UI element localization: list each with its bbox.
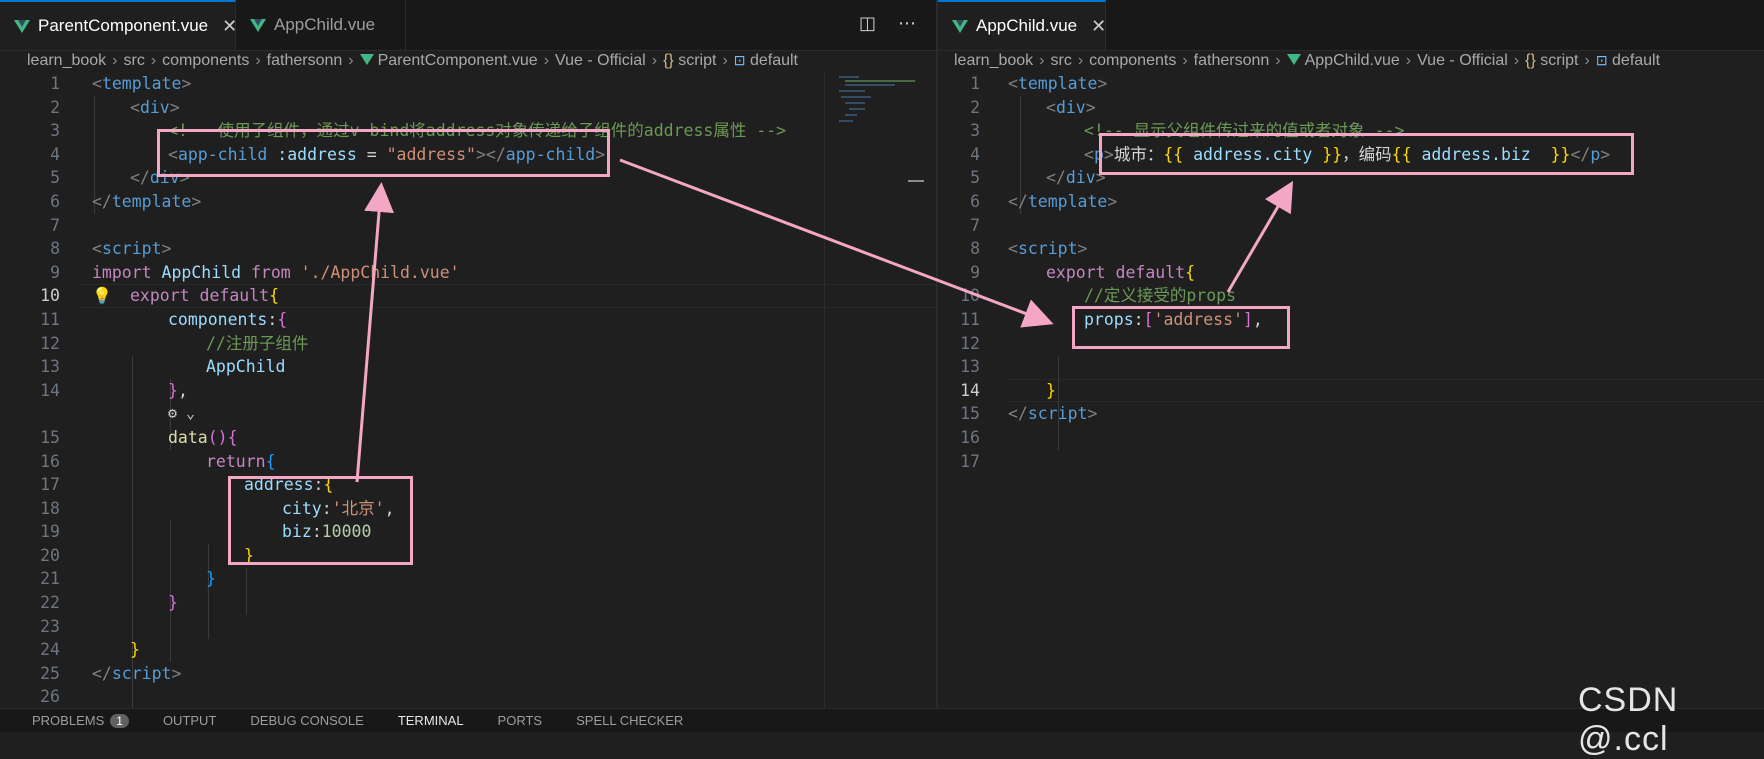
code-line: 1 <template> (50, 74, 192, 93)
codelens-line: ⚙ ⌄ (0, 402, 936, 426)
code-line: 7 (50, 215, 60, 235)
vue-file-icon (14, 19, 30, 33)
code-line: 14}, (40, 380, 188, 400)
tab-label: AppChild.vue (274, 15, 376, 34)
tab-appchild[interactable]: AppChild.vue (236, 0, 406, 50)
annotation-box-app-child (157, 129, 610, 177)
code-line: 16 (960, 427, 980, 447)
code-line: 24} (40, 640, 140, 660)
code-line: 20} (40, 545, 254, 565)
code-line: 1 <template> (970, 74, 1108, 93)
code-line: 21} (40, 569, 216, 589)
vue-file-icon (952, 19, 968, 33)
code-line: 11 components:{ (40, 309, 288, 329)
breadcrumb-item[interactable]: src (124, 52, 145, 70)
editor-pane-left: ParentComponent.vue ✕ AppChild.vue ◫ ⋯ l… (0, 0, 936, 732)
code-line: 2 <div> (970, 97, 1096, 117)
gear-icon[interactable]: ⚙ ⌄ (168, 402, 195, 426)
breadcrumb-item[interactable]: ⊡ default (734, 52, 798, 70)
tab-bar-right: AppChild.vue ✕ (938, 0, 1764, 51)
code-line: 13 AppChild (40, 357, 286, 377)
panel-tab-bar: PROBLEMS 1 OUTPUT DEBUG CONSOLE TERMINAL … (0, 708, 1764, 732)
annotation-box-props (1072, 306, 1290, 349)
module-icon: ⊡ (1595, 52, 1608, 68)
tab-bar-left: ParentComponent.vue ✕ AppChild.vue ◫ ⋯ (0, 0, 936, 51)
breadcrumb: learn_book › src › components › fathersonn ›… (27, 52, 798, 70)
breadcrumb-item[interactable]: Vue - Official (1417, 52, 1508, 70)
panel-tab-spell-checker[interactable]: SPELL CHECKER (576, 713, 683, 728)
breadcrumb-item[interactable]: learn_book (27, 52, 106, 70)
code-line: 7 (970, 215, 980, 235)
code-line: 6 </template> (50, 191, 202, 211)
code-line: 9 import AppChild from './AppChild.vue' (50, 262, 460, 282)
split-editor-icon[interactable]: ◫ (859, 13, 876, 34)
code-line: 8 <script> (50, 239, 172, 259)
code-line-current: 10 💡 export default{ (0, 284, 936, 308)
annotation-box-template-p (1099, 133, 1634, 175)
code-line: 26 (40, 687, 60, 707)
breadcrumb-item[interactable]: {} script (663, 52, 716, 70)
code-line: 15 </script> (960, 404, 1098, 424)
code-line: 19 biz:10000 (40, 522, 372, 542)
code-line-current: 14} (938, 378, 1764, 403)
vue-file-icon (250, 18, 266, 32)
code-line: 8 <script> (970, 239, 1088, 259)
editor-pane-right: AppChild.vue ✕ learn_book › src › componen… (938, 0, 1764, 708)
scrollbar-marker[interactable] (908, 180, 924, 182)
panel-tab-output[interactable]: OUTPUT (163, 713, 216, 728)
breadcrumb-item[interactable]: AppChild.vue (1286, 52, 1400, 70)
code-line: 22} (40, 593, 178, 613)
module-icon: ⊡ (733, 52, 746, 68)
watermark: CSDN @.ccl (1578, 681, 1679, 758)
code-line: 23 (40, 616, 60, 636)
panel-tab-ports[interactable]: PORTS (498, 713, 543, 728)
code-line: 2 <div> (50, 97, 180, 117)
breadcrumb-item[interactable]: components (1089, 52, 1176, 70)
code-line: 25 </script> (40, 663, 182, 683)
problems-count-badge: 1 (110, 714, 129, 728)
code-line: 13 (960, 357, 980, 377)
panel-tab-terminal[interactable]: TERMINAL (398, 713, 464, 728)
breadcrumb-item[interactable]: fathersonn (267, 52, 343, 70)
more-actions-icon[interactable]: ⋯ (898, 13, 916, 34)
editor-actions: ◫ ⋯ (859, 13, 916, 34)
breadcrumb-item[interactable]: ParentComponent.vue (359, 52, 538, 70)
code-line: 11 props:['address'], (960, 309, 1263, 329)
code-line: 15 data(){ (40, 427, 238, 447)
close-icon[interactable]: ✕ (1091, 16, 1106, 37)
code-line: 18 city:'北京', (40, 498, 395, 518)
code-line: 9 export default{ (970, 262, 1196, 282)
tab-label: AppChild.vue (976, 16, 1078, 35)
breadcrumb-item[interactable]: Vue - Official (555, 52, 646, 70)
code-line: 12//注册子组件 (40, 333, 309, 353)
tab-parentcomponent[interactable]: ParentComponent.vue ✕ (0, 0, 237, 50)
vue-file-icon (359, 54, 374, 65)
breadcrumb-item[interactable]: learn_book (954, 52, 1033, 70)
braces-icon: {} (663, 52, 674, 69)
breadcrumb-item[interactable]: ⊡ default (1596, 52, 1660, 70)
tab-label: ParentComponent.vue (38, 16, 209, 35)
code-line: 17 address:{ (40, 475, 334, 495)
panel-tab-problems[interactable]: PROBLEMS 1 (32, 713, 129, 728)
panel-tab-debug-console[interactable]: DEBUG CONSOLE (250, 713, 363, 728)
code-line: 6 </template> (970, 191, 1118, 211)
tab-appchild[interactable]: AppChild.vue ✕ (938, 0, 1106, 50)
close-icon[interactable]: ✕ (222, 16, 237, 37)
breadcrumb-item[interactable]: fathersonn (1194, 52, 1270, 70)
annotation-box-address-data (228, 476, 413, 565)
code-line: 12 (960, 333, 980, 353)
code-line: 16 return{ (40, 451, 276, 471)
vue-file-icon (1286, 54, 1301, 65)
lightbulb-icon[interactable]: 💡 (92, 284, 112, 308)
breadcrumb-item[interactable]: components (162, 52, 249, 70)
breadcrumb-item[interactable]: {} script (1525, 52, 1578, 70)
minimap[interactable] (824, 72, 925, 708)
code-line: 10//定义接受的props (960, 286, 1237, 306)
breadcrumb: learn_book › src › components › fathersonn ›… (954, 52, 1661, 70)
braces-icon: {} (1525, 52, 1536, 69)
breadcrumb-item[interactable]: src (1051, 52, 1072, 70)
code-line: 17 (960, 451, 980, 471)
